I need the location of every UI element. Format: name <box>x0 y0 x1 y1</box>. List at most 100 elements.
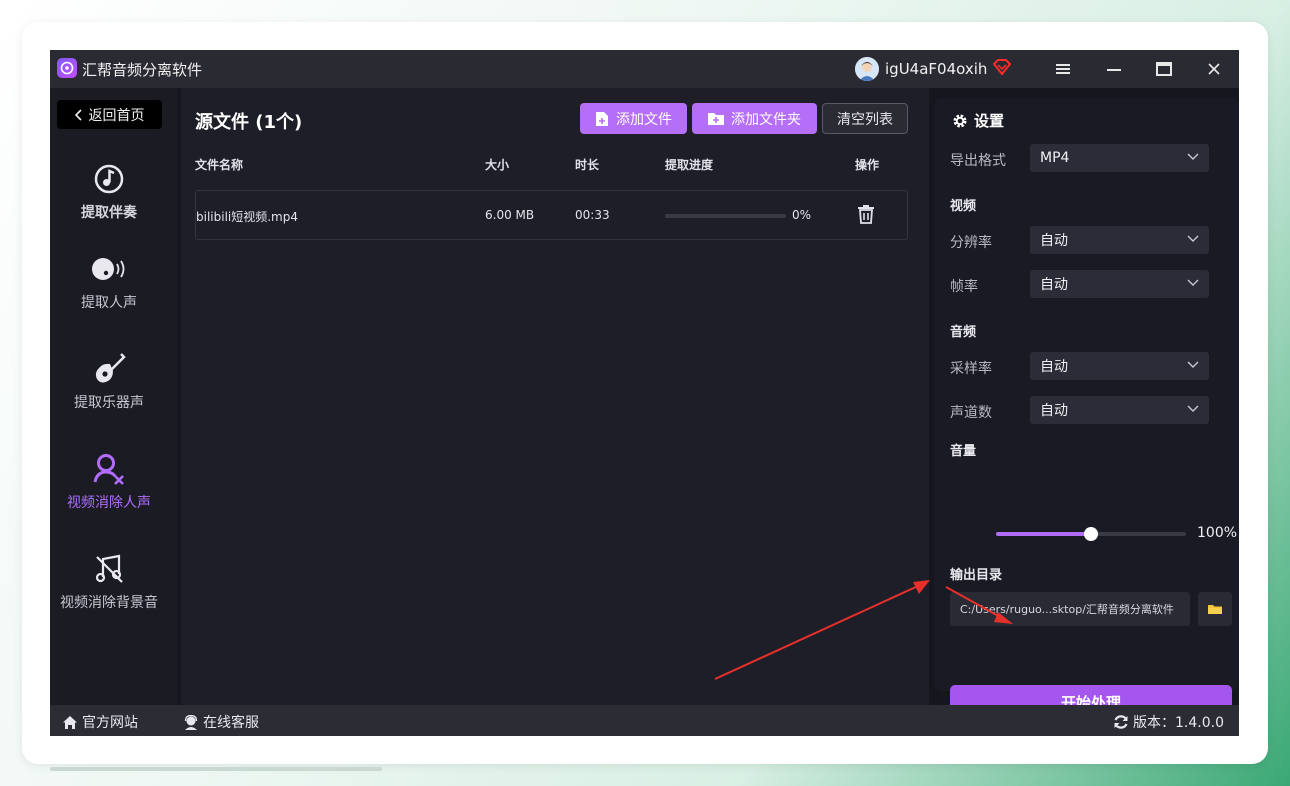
column-header-name: 文件名称 <box>195 158 244 172</box>
voice-icon <box>91 252 127 286</box>
online-support-label: 在线客服 <box>203 715 259 731</box>
audio-section-title: 音频 <box>950 325 977 340</box>
progress-bar <box>665 214 786 218</box>
chevron-down-icon <box>1187 279 1199 286</box>
volume-slider-thumb[interactable] <box>1084 527 1098 541</box>
add-file-label: 添加文件 <box>616 111 672 128</box>
channels-select[interactable]: 自动 <box>1030 396 1209 424</box>
refresh-icon <box>1114 715 1128 729</box>
clear-list-label: 清空列表 <box>837 111 893 128</box>
avatar[interactable] <box>855 57 879 81</box>
sidebar-item-label: 视频消除背景音 <box>60 595 158 611</box>
framerate-select[interactable]: 自动 <box>1030 270 1209 298</box>
volume-slider[interactable] <box>996 527 1186 541</box>
column-header-duration: 时长 <box>575 158 600 172</box>
samplerate-label: 采样率 <box>950 361 992 377</box>
folder-icon <box>1208 604 1222 614</box>
maximize-icon[interactable] <box>1149 56 1179 82</box>
sidebar-item-label: 提取乐器声 <box>74 395 144 411</box>
vip-diamond-icon[interactable] <box>993 59 1012 79</box>
column-header-action: 操作 <box>855 158 880 172</box>
trash-icon[interactable] <box>858 205 874 228</box>
sidebar-item-extract-vocals[interactable]: 提取人声 <box>50 252 168 332</box>
version-info: 版本：1.4.0.0 <box>1113 712 1224 732</box>
sidebar-item-label: 提取伴奏 <box>81 205 137 221</box>
settings-title-label: 设置 <box>974 112 1005 130</box>
sidebar-item-label: 提取人声 <box>81 295 137 311</box>
export-format-select[interactable]: MP4 <box>1030 144 1209 172</box>
horizontal-scrollbar[interactable] <box>50 767 382 771</box>
resolution-value: 自动 <box>1040 233 1068 249</box>
user-account[interactable]: igU4aF04oxih <box>855 57 1012 81</box>
gear-icon <box>953 114 967 127</box>
framerate-label: 帧率 <box>950 279 978 295</box>
clear-list-button[interactable]: 清空列表 <box>822 103 908 134</box>
user-remove-icon <box>92 452 126 486</box>
video-section-title: 视频 <box>950 199 977 214</box>
status-bar: 官方网站 在线客服 版本：1.4.0.0 <box>50 705 1239 736</box>
samplerate-select[interactable]: 自动 <box>1030 352 1209 380</box>
chevron-down-icon <box>1187 405 1199 412</box>
file-duration: 00:33 <box>575 208 610 222</box>
settings-panel: 设置 导出格式 MP4 视频 分辨率 自动 帧率 自动 音频 采样率 自动 声道… <box>934 98 1239 720</box>
app-title: 汇帮音频分离软件 <box>82 61 203 79</box>
back-home-button[interactable]: 返回首页 <box>57 100 162 129</box>
close-icon[interactable] <box>1199 56 1229 82</box>
samplerate-value: 自动 <box>1040 359 1068 375</box>
output-dir-field[interactable]: C:/Users/ruguo...sktop/汇帮音频分离软件 <box>950 592 1190 626</box>
sidebar: 返回首页 提取伴奏 提取人声 提取乐器声 视频消除人声 视频消除背景音 <box>50 88 177 705</box>
minimize-icon[interactable] <box>1099 56 1129 82</box>
file-size: 6.00 MB <box>485 208 535 222</box>
export-format-label: 导出格式 <box>950 153 1006 169</box>
column-header-size: 大小 <box>485 158 510 172</box>
sidebar-item-video-remove-background[interactable]: 视频消除背景音 <box>50 552 168 632</box>
file-list-panel: 源文件 (1个) 添加文件 添加文件夹 清空列表 文件名称 大小 时长 提取进度… <box>181 88 929 705</box>
output-dir-label: 输出目录 <box>950 568 1003 583</box>
app-window: 汇帮音频分离软件 igU4aF04oxih 返回首页 提取伴奏 提取人声 提取乐… <box>50 50 1239 736</box>
chevron-down-icon <box>1187 361 1199 368</box>
music-mute-icon <box>93 552 125 586</box>
music-note-icon <box>93 162 125 196</box>
export-format-value: MP4 <box>1040 150 1070 166</box>
chevron-down-icon <box>1187 235 1199 242</box>
online-support-link[interactable]: 在线客服 <box>183 712 259 732</box>
title-bar: 汇帮音频分离软件 igU4aF04oxih <box>50 50 1239 88</box>
guitar-icon <box>91 352 127 386</box>
sidebar-item-extract-accompaniment[interactable]: 提取伴奏 <box>50 162 168 242</box>
version-label: 版本：1.4.0.0 <box>1133 715 1224 731</box>
chevron-down-icon <box>1187 153 1199 160</box>
file-add-icon <box>596 111 608 126</box>
support-agent-icon <box>184 714 198 730</box>
official-website-label: 官方网站 <box>82 715 138 731</box>
official-website-link[interactable]: 官方网站 <box>62 712 138 732</box>
column-header-progress: 提取进度 <box>665 158 714 172</box>
folder-add-icon <box>708 113 724 125</box>
table-row[interactable]: bilibili短视频.mp4 6.00 MB 00:33 0% <box>195 190 908 240</box>
file-name: bilibili短视频.mp4 <box>196 210 298 224</box>
channels-label: 声道数 <box>950 405 992 421</box>
volume-slider-fill <box>996 532 1091 536</box>
home-icon <box>63 715 77 729</box>
volume-label: 音量 <box>950 444 977 459</box>
output-dir-value: C:/Users/ruguo...sktop/汇帮音频分离软件 <box>960 603 1174 616</box>
menu-icon[interactable] <box>1048 56 1078 82</box>
page-title: 源文件 (1个) <box>195 112 303 133</box>
add-file-button[interactable]: 添加文件 <box>580 103 687 134</box>
progress-percent: 0% <box>792 208 812 222</box>
add-folder-button[interactable]: 添加文件夹 <box>692 103 817 134</box>
username[interactable]: igU4aF04oxih <box>885 60 987 78</box>
back-home-label: 返回首页 <box>88 107 145 124</box>
app-logo-icon <box>57 58 77 78</box>
channels-value: 自动 <box>1040 403 1068 419</box>
sidebar-item-label: 视频消除人声 <box>67 495 151 511</box>
sidebar-item-video-remove-vocals[interactable]: 视频消除人声 <box>50 452 168 532</box>
browse-folder-button[interactable] <box>1198 592 1232 626</box>
volume-value: 100% <box>1197 525 1238 541</box>
chevron-left-icon <box>74 108 82 121</box>
framerate-value: 自动 <box>1040 277 1068 293</box>
resolution-label: 分辨率 <box>950 235 992 251</box>
sidebar-item-extract-instruments[interactable]: 提取乐器声 <box>50 352 168 432</box>
add-folder-label: 添加文件夹 <box>731 111 801 128</box>
settings-title: 设置 <box>952 110 1004 131</box>
resolution-select[interactable]: 自动 <box>1030 226 1209 254</box>
